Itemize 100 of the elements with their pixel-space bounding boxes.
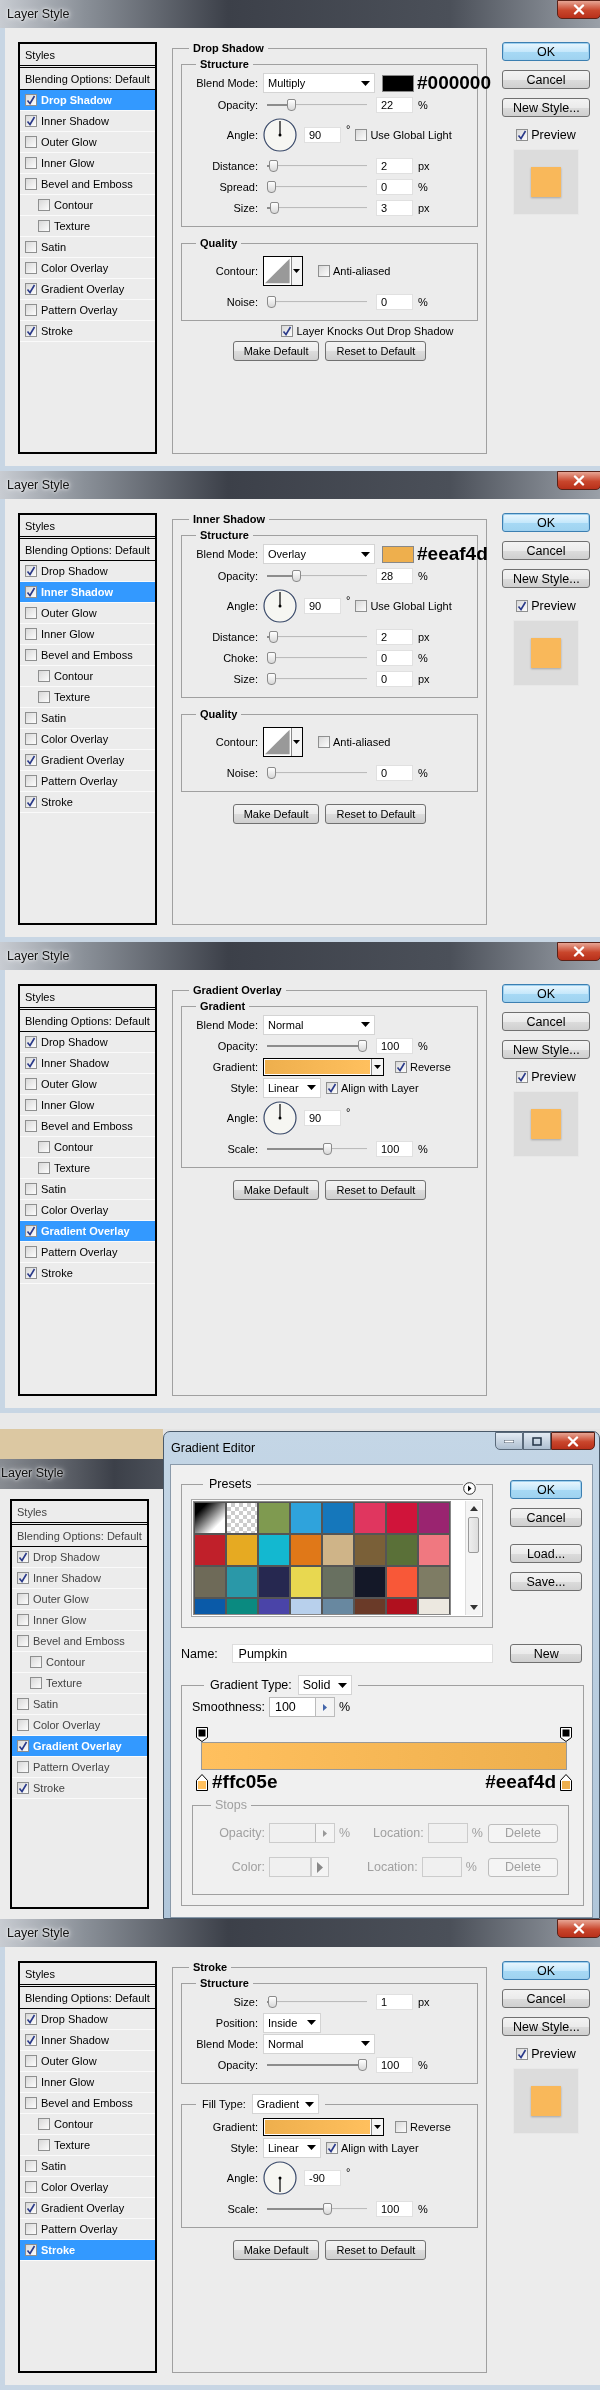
number-field[interactable]: 90 bbox=[304, 598, 341, 614]
preset-swatch[interactable] bbox=[226, 1566, 258, 1598]
effect-item[interactable]: Blending Options: Default bbox=[20, 1987, 155, 2009]
number-field[interactable]: 100 bbox=[268, 1697, 335, 1717]
effect-item[interactable]: Outer Glow bbox=[20, 603, 155, 624]
color-stop[interactable] bbox=[560, 1773, 572, 1791]
angle-dial[interactable] bbox=[263, 118, 297, 152]
effect-item[interactable]: Drop Shadow bbox=[20, 1032, 155, 1053]
dialog-button[interactable]: Make Default bbox=[232, 804, 320, 824]
checkbox[interactable] bbox=[25, 94, 37, 106]
effect-item[interactable]: Bevel and Emboss bbox=[20, 1116, 155, 1137]
preset-swatch[interactable] bbox=[194, 1502, 226, 1534]
location-field[interactable] bbox=[421, 1857, 462, 1877]
checkbox[interactable] bbox=[516, 600, 529, 612]
effect-item[interactable]: Gradient Overlay bbox=[20, 750, 155, 771]
checkbox[interactable] bbox=[25, 1267, 37, 1279]
preset-swatch[interactable] bbox=[258, 1502, 290, 1534]
effect-item[interactable]: Inner Glow bbox=[12, 1610, 147, 1631]
effect-item[interactable]: Gradient Overlay bbox=[20, 2198, 155, 2219]
checkbox[interactable] bbox=[25, 607, 37, 619]
slider-thumb[interactable] bbox=[323, 2202, 333, 2215]
checkbox[interactable] bbox=[17, 1572, 29, 1584]
slider-thumb[interactable] bbox=[358, 1039, 367, 1052]
effect-item[interactable]: Satin bbox=[20, 237, 155, 258]
checkbox[interactable] bbox=[38, 670, 50, 682]
checkbox[interactable] bbox=[25, 136, 37, 148]
slider-thumb[interactable] bbox=[323, 1142, 333, 1155]
effect-item[interactable]: Blending Options: Default bbox=[12, 1525, 147, 1547]
checkbox[interactable] bbox=[38, 1141, 50, 1153]
slider-track[interactable] bbox=[267, 2058, 367, 2071]
slider-track[interactable] bbox=[267, 295, 367, 308]
checkbox[interactable] bbox=[17, 1614, 29, 1626]
scrollbar-thumb[interactable] bbox=[468, 1517, 479, 1553]
preset-swatch[interactable] bbox=[418, 1502, 450, 1534]
number-field[interactable]: 22 bbox=[376, 96, 413, 113]
effect-item[interactable]: Pattern Overlay bbox=[20, 1242, 155, 1263]
checkbox[interactable] bbox=[17, 1782, 29, 1794]
effect-item[interactable]: Stroke bbox=[20, 1263, 155, 1284]
checkbox[interactable] bbox=[30, 1656, 42, 1668]
effect-item[interactable]: Contour bbox=[20, 195, 155, 216]
opacity-stop[interactable] bbox=[560, 1727, 572, 1742]
number-field[interactable]: 100 bbox=[376, 1037, 413, 1054]
preset-swatch[interactable] bbox=[290, 1566, 322, 1598]
checkbox[interactable] bbox=[355, 129, 368, 141]
dropdown[interactable]: Normal bbox=[263, 2033, 375, 2054]
checkbox[interactable] bbox=[25, 2013, 37, 2025]
effect-item[interactable]: Texture bbox=[20, 2135, 155, 2156]
slider-thumb[interactable] bbox=[267, 295, 276, 308]
effect-item[interactable]: Inner Glow bbox=[20, 2072, 155, 2093]
effect-item[interactable]: Contour bbox=[20, 666, 155, 687]
preset-swatch[interactable] bbox=[226, 1534, 258, 1566]
slider-track[interactable] bbox=[267, 201, 367, 214]
effect-item[interactable]: Gradient Overlay bbox=[20, 279, 155, 300]
color-picker[interactable] bbox=[269, 1857, 329, 1877]
preset-swatch[interactable] bbox=[386, 1502, 418, 1534]
slider-track[interactable] bbox=[267, 569, 367, 582]
checkbox[interactable] bbox=[326, 1081, 338, 1094]
arrow-up-icon[interactable] bbox=[469, 1506, 478, 1511]
dialog-button[interactable]: New Style... bbox=[502, 1040, 590, 1059]
dropdown[interactable]: Inside bbox=[263, 2012, 321, 2033]
effect-item[interactable]: Texture bbox=[20, 687, 155, 708]
dropdown[interactable]: Normal bbox=[263, 1014, 375, 1035]
scrollbar[interactable] bbox=[465, 1501, 481, 1615]
checkbox[interactable] bbox=[38, 199, 50, 211]
arrow-down-icon[interactable] bbox=[469, 1605, 478, 1610]
slider-thumb[interactable] bbox=[267, 672, 276, 685]
dialog-button[interactable]: Reset to Default bbox=[325, 2240, 427, 2260]
number-field[interactable]: 100 bbox=[376, 1140, 413, 1157]
checkbox[interactable] bbox=[25, 796, 37, 808]
effect-item[interactable]: Stroke bbox=[20, 321, 155, 342]
slider-thumb[interactable] bbox=[267, 766, 276, 779]
effect-item[interactable]: Satin bbox=[20, 1179, 155, 1200]
dialog-button[interactable]: Make Default bbox=[232, 2240, 320, 2260]
slider-thumb[interactable] bbox=[267, 651, 276, 664]
dialog-button[interactable]: Cancel bbox=[510, 1508, 582, 1527]
checkbox[interactable] bbox=[25, 565, 37, 577]
slider-thumb[interactable] bbox=[287, 98, 296, 111]
close-button[interactable] bbox=[551, 1432, 595, 1450]
effect-item[interactable]: Outer Glow bbox=[20, 132, 155, 153]
checkbox[interactable] bbox=[318, 736, 330, 748]
preset-swatch[interactable] bbox=[354, 1566, 386, 1598]
dialog-button[interactable]: OK bbox=[510, 1480, 582, 1499]
effect-item[interactable]: Satin bbox=[12, 1694, 147, 1715]
dropdown[interactable]: Linear bbox=[263, 2137, 321, 2158]
effect-item[interactable]: Outer Glow bbox=[20, 1074, 155, 1095]
effect-item[interactable]: Inner Glow bbox=[20, 1095, 155, 1116]
slider-thumb[interactable] bbox=[268, 630, 278, 643]
opacity-stop[interactable] bbox=[196, 1727, 208, 1742]
checkbox[interactable] bbox=[25, 628, 37, 640]
checkbox[interactable] bbox=[25, 157, 37, 169]
dialog-button[interactable]: New bbox=[510, 1644, 582, 1663]
color-swatch[interactable] bbox=[382, 545, 414, 563]
checkbox[interactable] bbox=[25, 733, 37, 745]
maximize-button[interactable] bbox=[523, 1432, 551, 1450]
effect-item[interactable]: Pattern Overlay bbox=[20, 771, 155, 792]
effect-item[interactable]: Stroke bbox=[12, 1778, 147, 1799]
minimize-button[interactable] bbox=[495, 1432, 523, 1450]
slider-thumb[interactable] bbox=[292, 569, 302, 582]
dialog-button[interactable]: Cancel bbox=[502, 70, 590, 89]
checkbox[interactable] bbox=[38, 691, 50, 703]
